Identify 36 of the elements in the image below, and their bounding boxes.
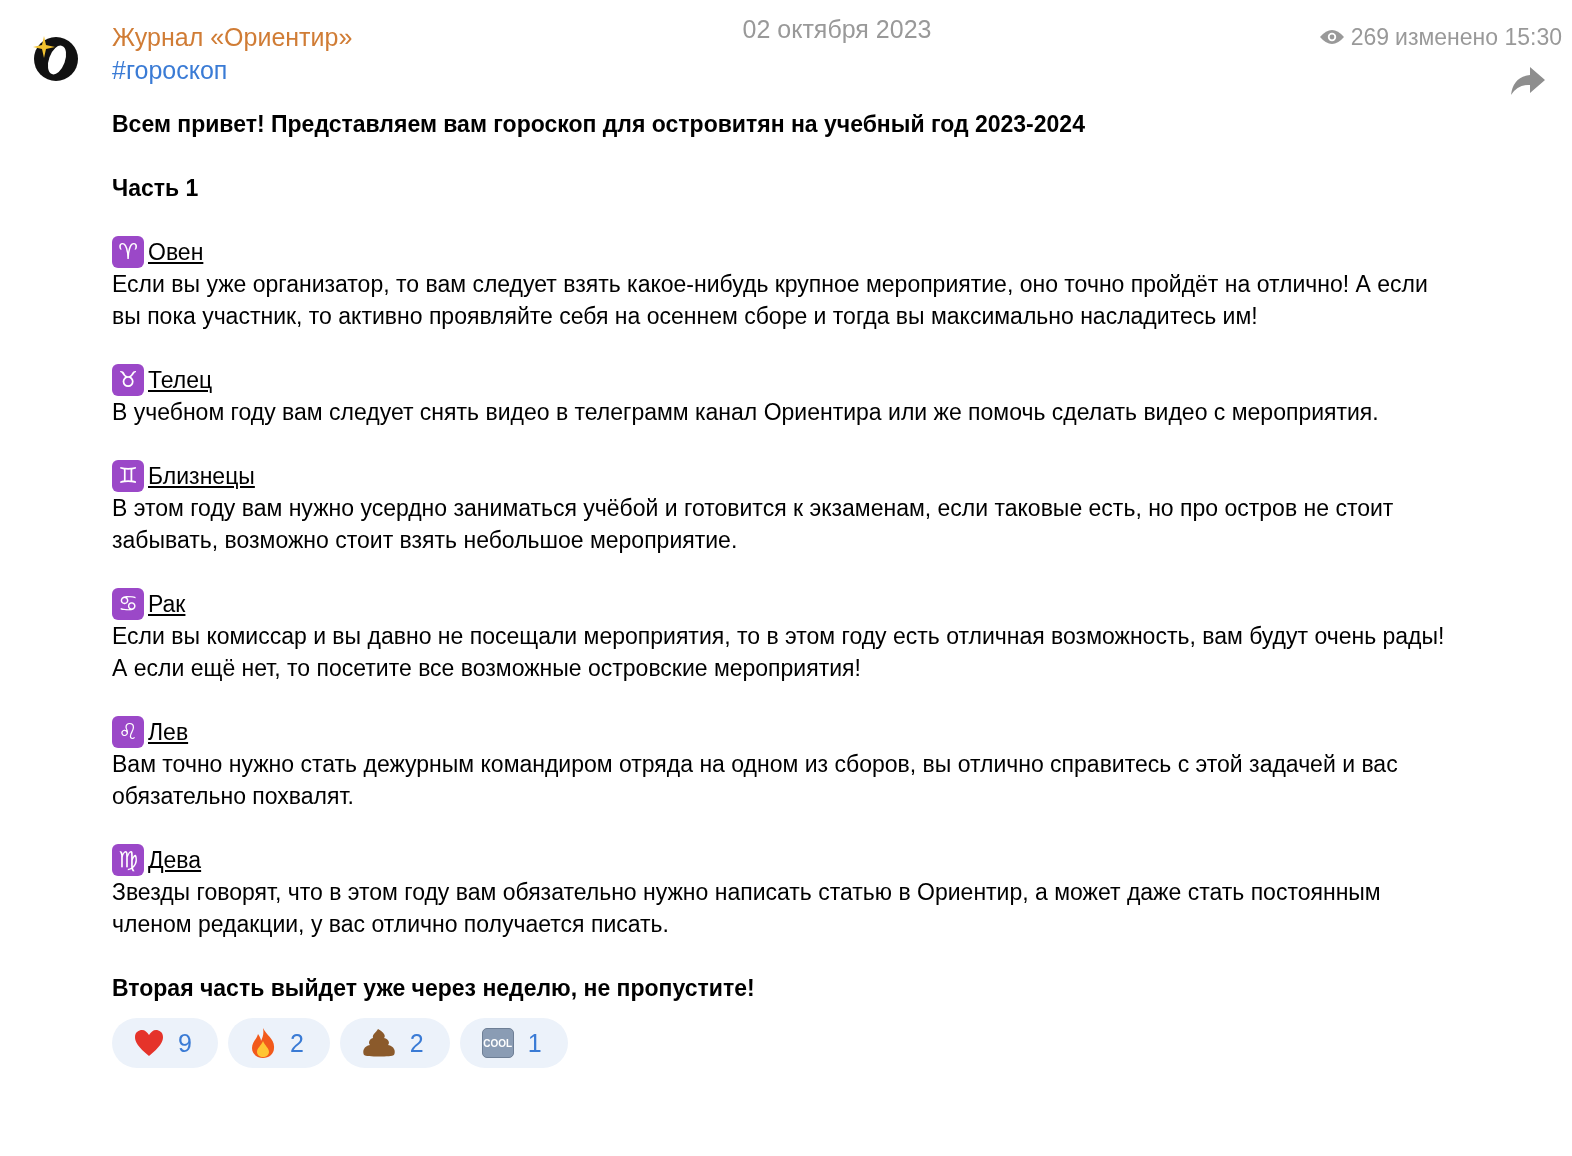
poop-icon (361, 1028, 396, 1058)
eye-icon (1318, 29, 1345, 45)
edited-time: изменено 15:30 (1395, 23, 1562, 52)
sign-text: В этом году вам нужно усердно заниматься учёбой и готовится к экзаменам, если таковые есть, но про остров не стоит забывать, возможно стоит взять небольшое мероприятие. (112, 494, 1395, 555)
cool-badge-icon: COOL (481, 1028, 514, 1058)
hashtag-link[interactable]: #гороскоп (112, 52, 672, 88)
zodiac-icon: ♍ (112, 844, 144, 876)
reaction-button[interactable]: COOL 1 (459, 1018, 568, 1068)
sign-heading: Близнецы (148, 462, 255, 491)
zodiac-icon: ♈ (112, 236, 144, 268)
zodiac-icon: ♋ (112, 588, 144, 620)
post-intro: Всем привет! Представляем вам гороскоп для островитян на учебный год 2023-2024 (112, 110, 1086, 139)
heart-icon (134, 1029, 164, 1057)
zodiac-icon: ♌ (112, 716, 144, 748)
post-outro: Вторая часть выйдет уже через неделю, не пропустите! (112, 974, 756, 1003)
sign-text: В учебном году вам следует снять видео в телеграмм канал Ориентира или же помочь сделать видео с мероприятия. (112, 398, 1380, 427)
sign-heading: Лев (148, 718, 189, 747)
channel-name[interactable]: Журнал «Ориентир» (112, 22, 672, 52)
share-icon[interactable] (1510, 66, 1546, 96)
sign-heading: Овен (148, 238, 204, 267)
sign-text: Звезды говорят, что в этом году вам обязательно нужно написать статью в Ориентир, а может даже стать постоянным членом редакции, у вас отлично получается писать. (112, 878, 1382, 939)
sign-text: Если вы комиссар и вы давно не посещали мероприятия, то в этом году есть отличная возможность, вам будут очень рады! А если ещё нет, то посетите все возможные островские мероприятия! (112, 622, 1446, 683)
view-count: 269 (1350, 23, 1390, 52)
zodiac-icon: ♊ (112, 460, 144, 492)
fire-icon (249, 1027, 276, 1059)
sign-heading: Телец (148, 366, 213, 395)
sign-text: Вам точно нужно стать дежурным командиром отряда на одном из сборов, вы отлично справитесь с этой задачей и вас обязательно похвалят. (112, 750, 1399, 811)
part-heading: Часть 1 (112, 174, 200, 203)
reaction-button[interactable]: 9 (112, 1018, 218, 1068)
sign-text: Если вы уже организатор, то вам следует взять какое-нибудь крупное мероприятие, оно точно пройдёт на отлично! А если вы пока участник, то активно проявляйте себя на осеннем сборе и тогда вы максимально насладитесь им! (112, 270, 1429, 331)
reaction-button[interactable]: 2 (339, 1018, 450, 1068)
zodiac-icon: ♉ (112, 364, 144, 396)
sign-heading: Рак (148, 590, 186, 619)
sign-heading: Дева (148, 846, 202, 875)
post-date: 02 октября 2023 (742, 14, 932, 44)
reaction-button[interactable]: 2 (227, 1018, 330, 1068)
